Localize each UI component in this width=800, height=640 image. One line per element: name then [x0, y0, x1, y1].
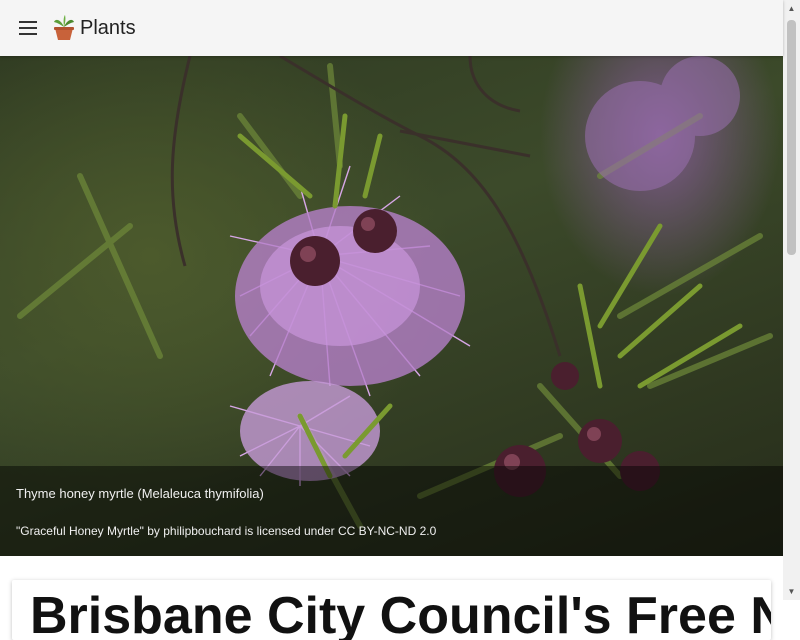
potted-plant-icon — [54, 15, 74, 40]
scroll-up-icon[interactable]: ▲ — [783, 0, 800, 17]
app-bar: Plants — [0, 0, 783, 56]
caption-title: Thyme honey myrtle (Melaleuca thymifolia… — [16, 486, 264, 501]
hero-image: Thyme honey myrtle (Melaleuca thymifolia… — [0, 56, 783, 556]
vertical-scrollbar[interactable]: ▲ ▼ — [783, 0, 800, 600]
scroll-thumb[interactable] — [787, 20, 796, 255]
content-card: Brisbane City Council's Free Native P — [12, 580, 771, 640]
card-heading: Brisbane City Council's Free Native P — [30, 587, 771, 640]
menu-icon[interactable] — [16, 16, 40, 40]
caption-credit: "Graceful Honey Myrtle" by philipbouchar… — [16, 524, 437, 538]
image-caption: Thyme honey myrtle (Melaleuca thymifolia… — [0, 466, 783, 556]
scroll-down-icon[interactable]: ▼ — [783, 583, 800, 600]
app-title[interactable]: Plants — [80, 17, 136, 40]
